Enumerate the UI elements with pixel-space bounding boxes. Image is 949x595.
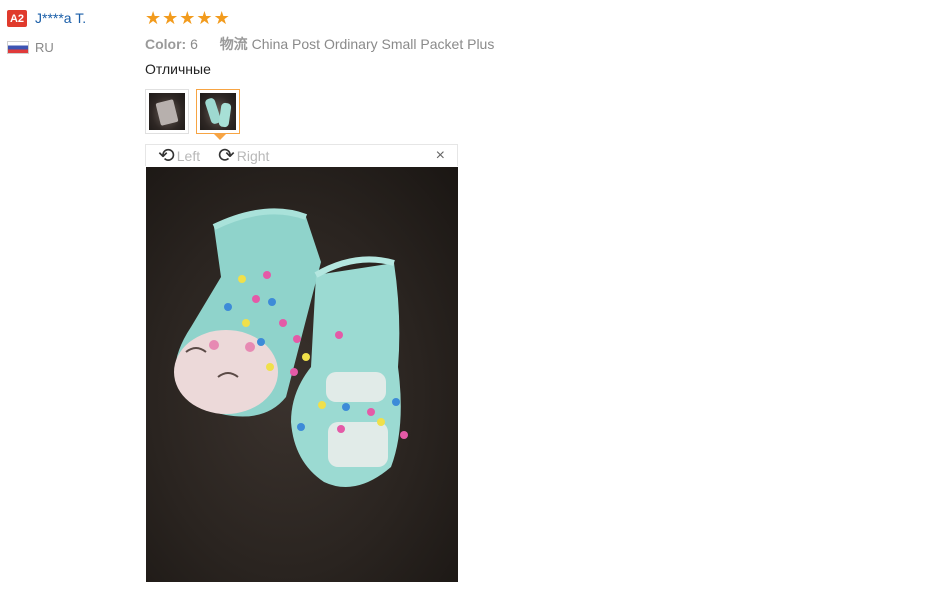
- reviewer-name: J****a T.: [35, 10, 87, 26]
- rotate-left-button[interactable]: ⟲ Left: [158, 146, 200, 166]
- reviewer-avatar: A2: [7, 10, 27, 27]
- star-icon: ★: [162, 8, 179, 28]
- review-thumbnail-selected[interactable]: [196, 89, 240, 134]
- shipping-value: China Post Ordinary Small Packet Plus: [251, 36, 495, 52]
- order-info: Color: 6 物流 China Post Ordinary Small Pa…: [145, 34, 494, 54]
- rotate-right-label: Right: [236, 148, 270, 164]
- review-thumbnail[interactable]: [145, 89, 189, 134]
- star-icon: ★: [213, 8, 230, 28]
- review-text: Отличные: [145, 61, 211, 77]
- socks-photo: [174, 208, 408, 487]
- color-label: Color:: [145, 36, 187, 52]
- review-photo: [146, 167, 458, 582]
- shipping-label: 物流: [219, 36, 248, 52]
- star-icon: ★: [179, 8, 196, 28]
- reviewer-country: RU: [35, 40, 54, 55]
- selected-thumbnail-pointer: [214, 134, 226, 140]
- thumbnail-image: [149, 93, 185, 130]
- rotate-right-button[interactable]: ⟳ Right: [218, 146, 269, 166]
- thumbnail-image: [200, 93, 236, 130]
- rotate-left-icon: ⟲: [158, 145, 175, 167]
- star-rating: ★ ★ ★ ★ ★: [145, 8, 230, 28]
- image-viewer-toolbar: ⟲ Left ⟳ Right ×: [145, 144, 458, 166]
- close-icon[interactable]: ×: [436, 147, 445, 165]
- star-icon: ★: [196, 8, 213, 28]
- russia-flag-icon: [7, 41, 29, 54]
- rotate-right-icon: ⟳: [218, 145, 235, 167]
- star-icon: ★: [145, 8, 162, 28]
- rotate-left-label: Left: [176, 148, 201, 164]
- color-value: 6: [190, 36, 198, 52]
